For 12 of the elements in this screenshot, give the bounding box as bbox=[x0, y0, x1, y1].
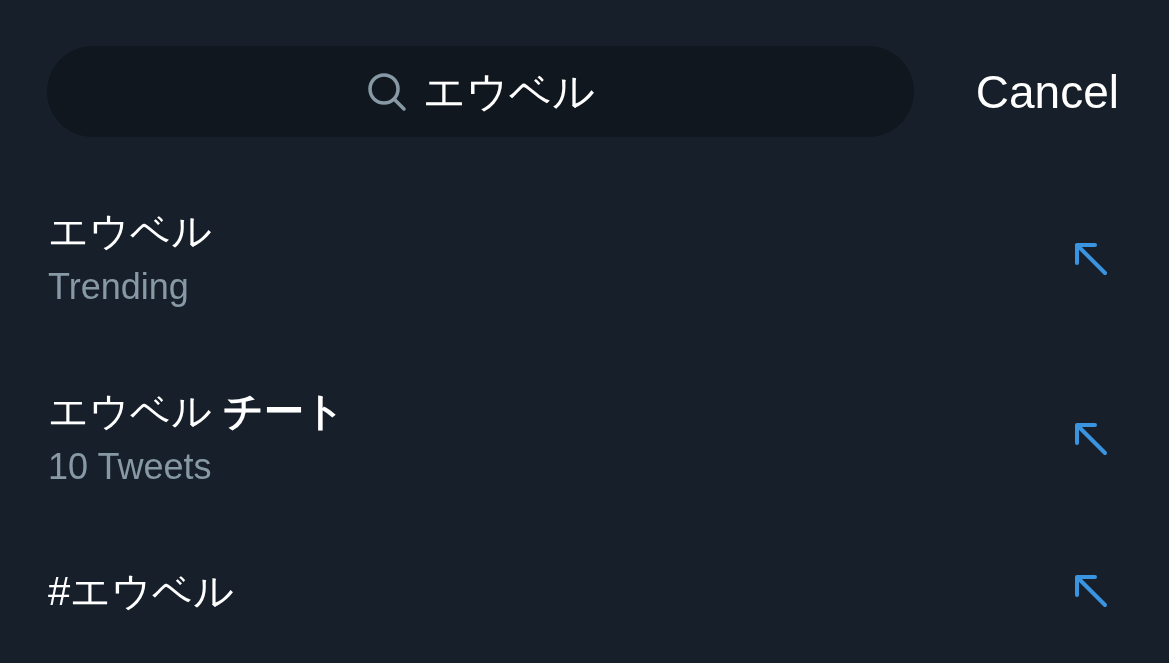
suggestion-title[interactable]: #エウベル bbox=[48, 567, 235, 615]
arrow-icon[interactable] bbox=[1073, 421, 1109, 457]
suggestion-subtitle: 10 Tweets bbox=[48, 445, 213, 489]
search-text: エウベル bbox=[422, 70, 595, 113]
suggestion-title[interactable]: エウベル チート bbox=[48, 387, 346, 435]
search-field[interactable]: エウベル bbox=[47, 46, 914, 137]
arrow-icon[interactable] bbox=[1073, 573, 1109, 609]
search-icon bbox=[366, 71, 407, 112]
arrow-icon[interactable] bbox=[1073, 241, 1109, 277]
suggestion-title[interactable]: エウベル bbox=[48, 207, 212, 255]
cancel-button[interactable]: Cancel bbox=[975, 68, 1119, 115]
suggestion-subtitle: Trending bbox=[48, 265, 190, 309]
